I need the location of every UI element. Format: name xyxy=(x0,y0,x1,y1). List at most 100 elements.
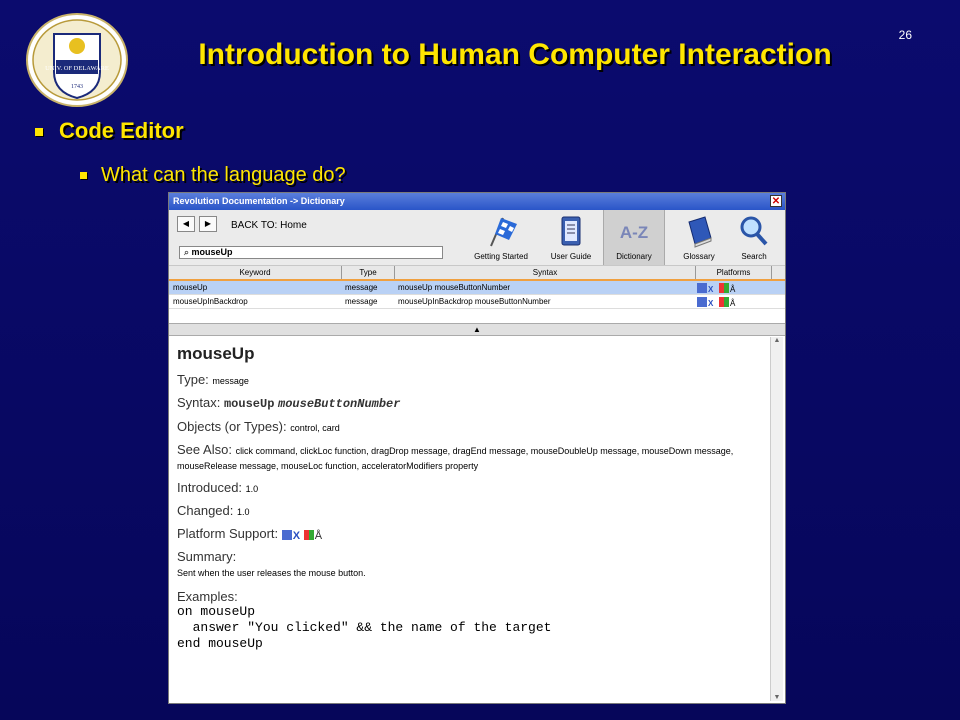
bullet-square-icon xyxy=(80,172,87,180)
entry-detail: mouseUp Type: message Syntax: mouseUp mo… xyxy=(173,339,765,701)
getting-started-label: Getting Started xyxy=(474,252,528,261)
syntax-command: mouseUp xyxy=(223,397,275,411)
user-guide-button[interactable]: User Guide xyxy=(541,210,601,265)
example-line: end mouseUp xyxy=(177,636,263,651)
row-syntax: mouseUpInBackdrop mouseButtonNumber xyxy=(398,297,551,306)
search-button[interactable]: Search xyxy=(729,210,779,265)
window-title: Revolution Documentation -> Dictionary xyxy=(173,196,345,206)
pane-splitter[interactable]: ▲ xyxy=(169,323,785,336)
bullet-level2: What can the language do? xyxy=(80,164,346,187)
glossary-button[interactable]: Glossary xyxy=(669,210,729,265)
linux-icon: Å xyxy=(314,529,323,542)
search-label: Search xyxy=(741,252,767,261)
linux-icon: Å xyxy=(730,298,736,308)
results-table-header: Keyword Type Syntax Platforms xyxy=(169,266,785,281)
example-line: on mouseUp xyxy=(177,604,256,619)
platform-icons: XÅ xyxy=(697,295,757,308)
search-input[interactable]: ⌕ mouseUp xyxy=(179,246,443,259)
notepad-icon xyxy=(561,216,581,246)
entry-name: mouseUp xyxy=(177,344,255,363)
search-icon: ⌕ xyxy=(184,247,192,257)
toolbar: ◀ ▶ BACK TO: Home ⌕ mouseUp Getting Star… xyxy=(169,210,785,266)
type-label: Type: xyxy=(177,372,209,387)
x11-icon: X xyxy=(708,298,714,308)
x11-icon: X xyxy=(292,529,301,542)
search-value: mouseUp xyxy=(191,247,233,257)
type-field: Type: message xyxy=(177,372,765,387)
scroll-up-icon[interactable]: ▲ xyxy=(771,337,783,344)
see-also-value-cont[interactable]: mouseRelease message, mouseLoc function,… xyxy=(177,461,478,471)
row-type: message xyxy=(345,283,378,292)
see-also-value[interactable]: click command, clickLoc function, dragDr… xyxy=(236,446,734,456)
documentation-window: Revolution Documentation -> Dictionary ✕… xyxy=(168,192,786,704)
syntax-label: Syntax: xyxy=(177,395,221,410)
platform-icons: XÅ xyxy=(697,281,757,294)
table-row[interactable]: mouseUp message mouseUp mouseButtonNumbe… xyxy=(169,281,785,295)
slide-number: 26 xyxy=(898,28,912,42)
x11-icon: X xyxy=(708,284,714,294)
bullet-level2-text: What can the language do? xyxy=(101,164,346,186)
getting-started-button[interactable]: Getting Started xyxy=(461,210,541,265)
user-guide-label: User Guide xyxy=(550,252,592,261)
linux-icon: Å xyxy=(730,284,736,294)
syntax-param: mouseButtonNumber xyxy=(278,397,401,411)
slide-title: Introduction to Human Computer Interacti… xyxy=(198,38,832,71)
row-keyword: mouseUp xyxy=(173,283,208,292)
platform-support-field: Platform Support: XÅ xyxy=(177,526,765,542)
changed-value: 1.0 xyxy=(237,507,250,517)
glossary-label: Glossary xyxy=(683,252,715,261)
svg-text:UNIV. OF DELAWARE: UNIV. OF DELAWARE xyxy=(45,65,109,72)
row-type: message xyxy=(345,297,378,306)
objects-label: Objects (or Types): xyxy=(177,419,287,434)
changed-field: Changed: 1.0 xyxy=(177,503,765,518)
example-line: answer "You clicked" && the name of the … xyxy=(177,620,552,635)
introduced-value: 1.0 xyxy=(245,484,259,494)
bullet-square-icon xyxy=(35,128,43,137)
changed-label: Changed: xyxy=(177,503,234,518)
close-icon[interactable]: ✕ xyxy=(770,195,782,207)
summary-field: Summary: Sent when the user releases the … xyxy=(177,549,765,579)
col-platforms[interactable]: Platforms xyxy=(696,266,772,279)
type-value: message xyxy=(212,376,249,386)
forward-button[interactable]: ▶ xyxy=(199,216,217,232)
chevron-up-icon: ▲ xyxy=(473,325,481,334)
summary-value: Sent when the user releases the mouse bu… xyxy=(177,568,366,578)
row-keyword: mouseUpInBackdrop xyxy=(173,297,248,306)
objects-value: control, card xyxy=(290,423,340,433)
col-syntax[interactable]: Syntax xyxy=(395,266,696,279)
back-button[interactable]: ◀ xyxy=(177,216,195,232)
syntax-field: Syntax: mouseUp mouseButtonNumber xyxy=(177,395,765,411)
slide: UNIV. OF DELAWARE 1743 Introduction to H… xyxy=(0,0,960,720)
scroll-down-icon[interactable]: ▼ xyxy=(771,694,783,701)
dictionary-label: Dictionary xyxy=(616,252,652,261)
examples-label: Examples: xyxy=(177,589,238,604)
university-seal-logo: UNIV. OF DELAWARE 1743 xyxy=(26,13,128,107)
table-row[interactable]: mouseUpInBackdrop message mouseUpInBackd… xyxy=(169,295,785,309)
see-also-label: See Also: xyxy=(177,442,232,457)
svg-text:A-Z: A-Z xyxy=(620,223,648,242)
book-icon xyxy=(688,216,712,248)
mac-icon xyxy=(697,282,707,293)
dictionary-button[interactable]: A-Z Dictionary xyxy=(603,210,665,265)
back-to-home-link[interactable]: BACK TO: Home xyxy=(231,220,307,231)
col-type[interactable]: Type xyxy=(342,266,395,279)
mac-icon xyxy=(697,296,707,307)
bullet-level1-text: Code Editor xyxy=(59,118,184,143)
magnifier-icon xyxy=(740,216,768,246)
col-keyword[interactable]: Keyword xyxy=(169,266,342,279)
see-also-field: See Also: click command, clickLoc functi… xyxy=(177,442,765,472)
objects-field: Objects (or Types): control, card xyxy=(177,419,765,434)
windows-icon xyxy=(719,282,729,293)
mac-icon xyxy=(281,529,292,540)
window-titlebar: Revolution Documentation -> Dictionary ✕ xyxy=(169,193,785,210)
windows-icon xyxy=(303,529,314,540)
introduced-label: Introduced: xyxy=(177,480,243,495)
platform-support-label: Platform Support: xyxy=(177,526,279,541)
a-z-icon: A-Z xyxy=(620,223,648,242)
detail-scrollbar[interactable]: ▲ ▼ xyxy=(770,337,783,701)
summary-label: Summary: xyxy=(177,549,237,564)
row-syntax: mouseUp mouseButtonNumber xyxy=(398,283,511,292)
svg-text:1743: 1743 xyxy=(71,84,83,90)
checkered-flag-icon xyxy=(490,217,517,247)
windows-icon xyxy=(719,296,729,307)
